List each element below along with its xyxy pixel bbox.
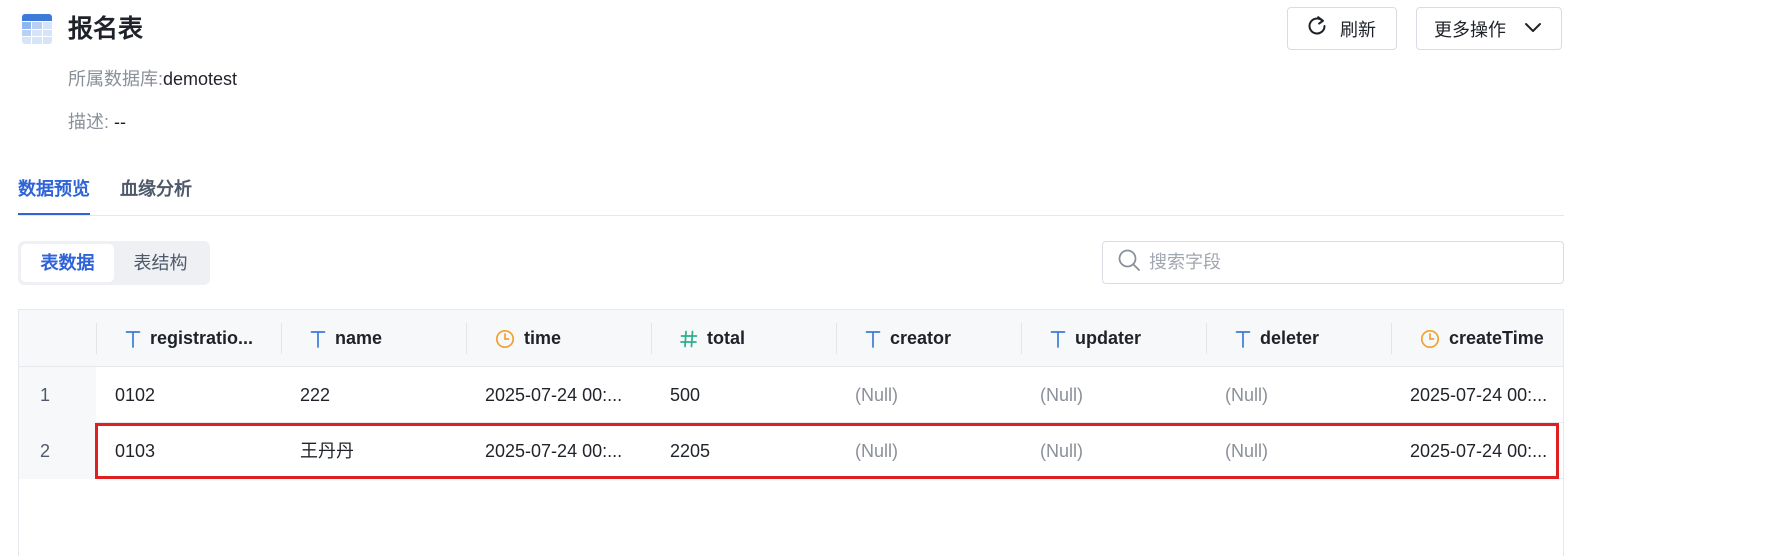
search-icon [1117,248,1141,277]
table-cell[interactable]: 2025-07-24 00:... [1391,423,1563,479]
column-divider [1206,323,1207,354]
refresh-label: 刷新 [1340,19,1376,40]
database-label: 所属数据库: [68,69,164,89]
tab-lineage-analysis[interactable]: 血缘分析 [120,170,192,216]
column-divider [836,323,837,354]
column-divider [651,323,652,354]
table-cell[interactable]: 222 [281,367,466,423]
hash-icon [680,330,698,348]
table-icon [22,14,52,44]
table-cell[interactable]: 0102 [96,367,281,423]
database-info: 所属数据库:demotest [68,67,237,91]
refresh-button[interactable]: 刷新 [1287,7,1397,50]
column-header-registration[interactable]: registratio... [108,310,281,367]
column-header-time[interactable]: time [478,310,651,367]
clock-icon [1420,329,1440,349]
column-divider [1021,323,1022,354]
table-cell[interactable]: 2205 [651,423,836,479]
text-type-icon [125,330,141,348]
table-cell[interactable]: (Null) [1021,423,1206,479]
column-header-name[interactable]: name [293,310,466,367]
view-switcher: 表数据 表结构 [18,241,210,285]
column-header-creator[interactable]: creator [848,310,1021,367]
clock-icon [495,329,515,349]
search-box [1102,241,1564,284]
table-cell[interactable]: (Null) [1206,423,1391,479]
column-divider [466,323,467,354]
table-cell[interactable]: 2025-07-24 00:... [1391,367,1563,423]
column-divider [1391,323,1392,354]
description-info: 描述: -- [68,110,126,134]
page-title: 报名表 [68,15,144,43]
description-value: -- [114,112,127,132]
chevron-down-icon [1524,18,1542,39]
row-index: 1 [19,367,96,423]
table-cell[interactable]: (Null) [836,367,1021,423]
more-actions-label: 更多操作 [1434,19,1506,40]
table-cell[interactable]: 500 [651,367,836,423]
tabs-divider [18,215,1564,216]
row-index: 2 [19,423,96,479]
index-header [19,310,97,367]
column-divider [96,323,97,354]
segment-table-data[interactable]: 表数据 [21,244,114,282]
search-input[interactable] [1149,252,1549,273]
tab-data-preview[interactable]: 数据预览 [18,170,90,216]
tab-bar: 数据预览 血缘分析 [18,170,222,216]
refresh-icon [1306,15,1328,42]
database-value: demotest [163,69,238,89]
table-header: registratio... name time total creator u… [19,310,1563,367]
table-cell[interactable]: 0103 [96,423,281,479]
column-header-createtime[interactable]: createTime [1403,310,1563,367]
table-cell[interactable]: (Null) [1206,367,1391,423]
table-cell[interactable]: (Null) [836,423,1021,479]
table-row[interactable]: 2 0103 王丹丹 2025-07-24 00:... 2205 (Null)… [19,423,1563,479]
text-type-icon [1235,330,1251,348]
segment-table-structure[interactable]: 表结构 [114,244,207,282]
table-cell[interactable]: 2025-07-24 00:... [466,367,651,423]
description-label: 描述: [68,112,110,132]
text-type-icon [865,330,881,348]
table-cell[interactable]: (Null) [1021,367,1206,423]
text-type-icon [310,330,326,348]
more-actions-button[interactable]: 更多操作 [1416,7,1562,50]
column-header-deleter[interactable]: deleter [1218,310,1391,367]
data-table: registratio... name time total creator u… [18,309,1564,556]
table-cell[interactable]: 王丹丹 [281,423,466,479]
text-type-icon [1050,330,1066,348]
table-row[interactable]: 1 0102 222 2025-07-24 00:... 500 (Null) … [19,367,1563,423]
column-header-total[interactable]: total [663,310,836,367]
column-header-updater[interactable]: updater [1033,310,1206,367]
table-cell[interactable]: 2025-07-24 00:... [466,423,651,479]
column-divider [281,323,282,354]
